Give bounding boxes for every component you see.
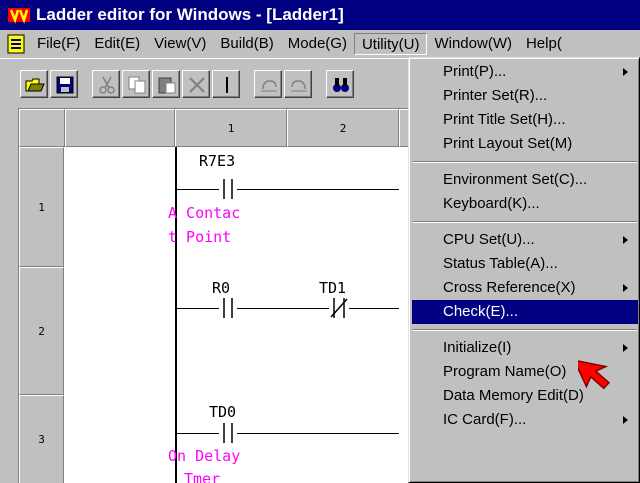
menu-item-label: Print Layout Set(M) <box>443 135 573 152</box>
mouse-pointer-icon <box>578 359 610 390</box>
save-button[interactable] <box>50 70 78 98</box>
row-header-1[interactable]: 1 <box>19 147 64 267</box>
menu-separator <box>413 221 637 223</box>
grid-corner <box>19 109 65 147</box>
menu-item-keyboard[interactable]: Keyboard(K)... <box>412 192 638 216</box>
rung-line <box>237 308 329 309</box>
column-header-1[interactable]: 1 <box>175 109 287 147</box>
menu-item-cpu-set[interactable]: CPU Set(U)... <box>412 228 638 252</box>
menu-item-label: CPU Set(U)... <box>443 231 535 248</box>
menu-mode[interactable]: Mode(G) <box>281 33 354 55</box>
window-title: Ladder editor for Windows - [Ladder1] <box>36 5 344 24</box>
contact-r7e3-comment-2: t Point <box>168 228 232 246</box>
menu-item-label: Keyboard(K)... <box>443 195 540 212</box>
undo-button[interactable] <box>254 70 282 98</box>
menu-file[interactable]: File(F) <box>30 33 87 55</box>
rung-line <box>237 189 399 190</box>
menu-help[interactable]: Help( <box>519 33 569 55</box>
rung-line <box>237 433 399 434</box>
menu-item-label: Status Table(A)... <box>443 255 558 272</box>
menu-item-cross-reference[interactable]: Cross Reference(X) <box>412 276 638 300</box>
cut-button[interactable] <box>92 70 120 98</box>
menu-window[interactable]: Window(W) <box>427 33 519 55</box>
menu-item-label: Program Name(O) <box>443 363 567 380</box>
menu-item-ic-card[interactable]: IC Card(F)... <box>412 408 638 432</box>
copy-button[interactable] <box>122 70 150 98</box>
submenu-arrow-icon <box>623 68 628 76</box>
contact-td1-nc-symbol[interactable] <box>329 298 351 318</box>
menu-utility[interactable]: Utility(U) <box>353 33 428 55</box>
vertical-line-button[interactable] <box>212 70 240 98</box>
timer-td0-label: TD0 <box>209 403 237 421</box>
menu-item-printer-set[interactable]: Printer Set(R)... <box>412 84 638 108</box>
title-bar: Ladder editor for Windows - [Ladder1] <box>0 0 640 30</box>
menu-item-environment-set[interactable]: Environment Set(C)... <box>412 168 638 192</box>
delete-button[interactable] <box>182 70 210 98</box>
open-button[interactable] <box>20 70 48 98</box>
menu-bar: File(F) Edit(E) View(V) Build(B) Mode(G)… <box>0 30 640 58</box>
menu-view[interactable]: View(V) <box>147 33 213 55</box>
menu-item-label: Print(P)... <box>443 63 507 80</box>
find-button[interactable] <box>326 70 354 98</box>
timer-td0-comment-2: Tmer <box>184 470 221 483</box>
contact-r7e3-comment-1: A Contac <box>168 204 241 222</box>
submenu-arrow-icon <box>623 236 628 244</box>
submenu-arrow-icon <box>623 416 628 424</box>
menu-item-status-table[interactable]: Status Table(A)... <box>412 252 638 276</box>
utility-dropdown-menu: Print(P)... Printer Set(R)... Print Titl… <box>408 57 640 483</box>
document-icon[interactable] <box>6 34 26 54</box>
contact-td0-symbol[interactable] <box>219 423 239 443</box>
rung-line <box>349 308 399 309</box>
contact-r0-symbol[interactable] <box>219 298 239 318</box>
menu-item-print-layout-set[interactable]: Print Layout Set(M) <box>412 132 638 156</box>
menu-item-print-title-set[interactable]: Print Title Set(H)... <box>412 108 638 132</box>
menu-item-label: IC Card(F)... <box>443 411 527 428</box>
menu-build[interactable]: Build(B) <box>213 33 280 55</box>
menu-item-label: Environment Set(C)... <box>443 171 588 188</box>
paste-button[interactable] <box>152 70 180 98</box>
timer-td0-comment-1: On Delay <box>168 447 241 465</box>
contact-td1-label: TD1 <box>319 279 347 297</box>
row-header-2[interactable]: 2 <box>19 267 64 395</box>
column-header-blank <box>65 109 175 147</box>
menu-item-label: Initialize(I) <box>443 339 512 356</box>
rung-line <box>177 308 219 309</box>
app-logo-icon <box>8 6 30 24</box>
menu-item-label: Print Title Set(H)... <box>443 111 566 128</box>
row-header-3[interactable]: 3 <box>19 395 64 483</box>
menu-item-label: Check(E)... <box>443 303 519 320</box>
contact-r7e3-symbol[interactable] <box>219 179 239 199</box>
redo-button[interactable] <box>284 70 312 98</box>
menu-separator <box>413 161 637 163</box>
menu-item-print[interactable]: Print(P)... <box>412 60 638 84</box>
submenu-arrow-icon <box>623 284 628 292</box>
menu-separator <box>413 329 637 331</box>
contact-r7e3-label: R7E3 <box>199 152 236 170</box>
menu-item-label: Printer Set(R)... <box>443 87 548 104</box>
rung-line <box>177 433 219 434</box>
rung-line <box>177 189 219 190</box>
column-header-2[interactable]: 2 <box>287 109 399 147</box>
contact-r0-label: R0 <box>212 279 231 297</box>
menu-edit[interactable]: Edit(E) <box>87 33 147 55</box>
menu-item-check[interactable]: Check(E)... <box>412 300 638 324</box>
menu-item-label: Data Memory Edit(D) <box>443 387 584 404</box>
menu-item-label: Cross Reference(X) <box>443 279 576 296</box>
